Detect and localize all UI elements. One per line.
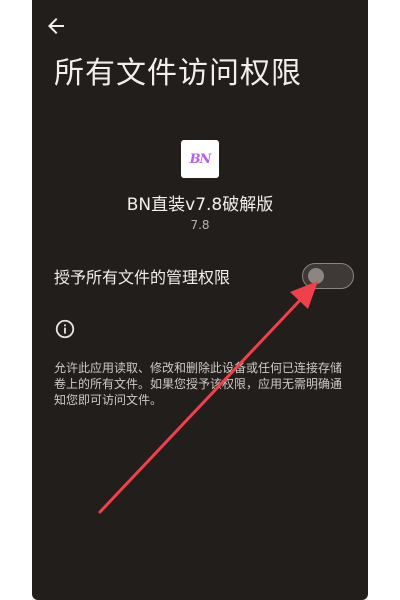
permission-description: 允许此应用读取、修改和删除此设备或任何已连接存储卷上的所有文件。如果您授予该权限… (54, 361, 343, 407)
page-title: 所有文件访问权限 (54, 56, 302, 91)
app-name: BN直装v7.8破解版 (126, 195, 274, 215)
settings-screen: 所有文件访问权限 BN BN直装v7.8破解版 7.8 授予所有文件的管理权限 … (32, 0, 368, 600)
permission-label: 授予所有文件的管理权限 (54, 268, 231, 287)
arrow-left-icon[interactable] (44, 14, 68, 38)
all-files-access-toggle[interactable] (302, 263, 354, 289)
permission-row[interactable]: 授予所有文件的管理权限 (54, 262, 354, 290)
toggle-knob (308, 268, 324, 284)
app-icon-text: BN (189, 151, 212, 167)
app-version: 7.8 (190, 218, 210, 232)
app-icon: BN (181, 140, 219, 178)
info-icon (55, 319, 75, 339)
